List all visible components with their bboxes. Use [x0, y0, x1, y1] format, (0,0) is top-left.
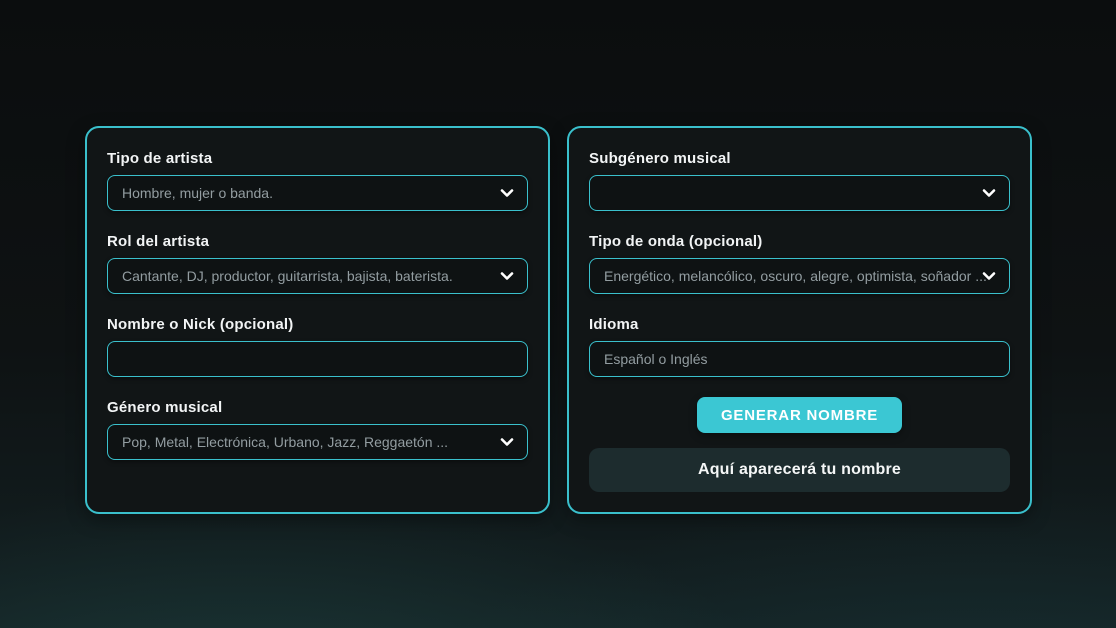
generate-name-button[interactable]: GENERAR NOMBRE	[697, 397, 902, 433]
subgenre-select[interactable]	[589, 175, 1010, 211]
subgenre-label: Subgénero musical	[589, 150, 1010, 167]
artist-type-select-value: Hombre, mujer o banda.	[108, 185, 527, 201]
field-artist-type: Tipo de artista Hombre, mujer o banda.	[107, 150, 528, 211]
artist-type-select[interactable]: Hombre, mujer o banda.	[107, 175, 528, 211]
name-nick-label: Nombre o Nick (opcional)	[107, 316, 528, 333]
language-field-frame	[589, 341, 1010, 377]
language-input[interactable]	[590, 342, 1009, 376]
artist-role-select[interactable]: Cantante, DJ, productor, guitarrista, ba…	[107, 258, 528, 294]
generate-button-row: GENERAR NOMBRE	[589, 397, 1010, 433]
field-genre: Género musical Pop, Metal, Electrónica, …	[107, 399, 528, 460]
field-artist-role: Rol del artista Cantante, DJ, productor,…	[107, 233, 528, 294]
artist-type-label: Tipo de artista	[107, 150, 528, 167]
vibe-label: Tipo de onda (opcional)	[589, 233, 1010, 250]
chevron-down-icon	[499, 268, 515, 284]
form-panels: Tipo de artista Hombre, mujer o banda. R…	[85, 126, 1033, 514]
vibe-select[interactable]: Energético, melancólico, oscuro, alegre,…	[589, 258, 1010, 294]
artist-role-label: Rol del artista	[107, 233, 528, 250]
field-subgenre: Subgénero musical	[589, 150, 1010, 211]
chevron-down-icon	[981, 268, 997, 284]
genre-select-value: Pop, Metal, Electrónica, Urbano, Jazz, R…	[108, 434, 527, 450]
generation-panel: Subgénero musical Tipo de onda (opcional…	[567, 126, 1032, 514]
chevron-down-icon	[499, 185, 515, 201]
genre-label: Género musical	[107, 399, 528, 416]
name-nick-field-frame	[107, 341, 528, 377]
chevron-down-icon	[981, 185, 997, 201]
artist-role-select-value: Cantante, DJ, productor, guitarrista, ba…	[108, 268, 527, 284]
vibe-select-value: Energético, melancólico, oscuro, alegre,…	[590, 268, 1009, 284]
field-language: Idioma	[589, 316, 1010, 377]
generated-name-result: Aquí aparecerá tu nombre	[589, 448, 1010, 492]
field-name-nick: Nombre o Nick (opcional)	[107, 316, 528, 377]
genre-select[interactable]: Pop, Metal, Electrónica, Urbano, Jazz, R…	[107, 424, 528, 460]
artist-info-panel: Tipo de artista Hombre, mujer o banda. R…	[85, 126, 550, 514]
name-nick-input[interactable]	[108, 342, 527, 376]
language-label: Idioma	[589, 316, 1010, 333]
field-vibe: Tipo de onda (opcional) Energético, mela…	[589, 233, 1010, 294]
chevron-down-icon	[499, 434, 515, 450]
